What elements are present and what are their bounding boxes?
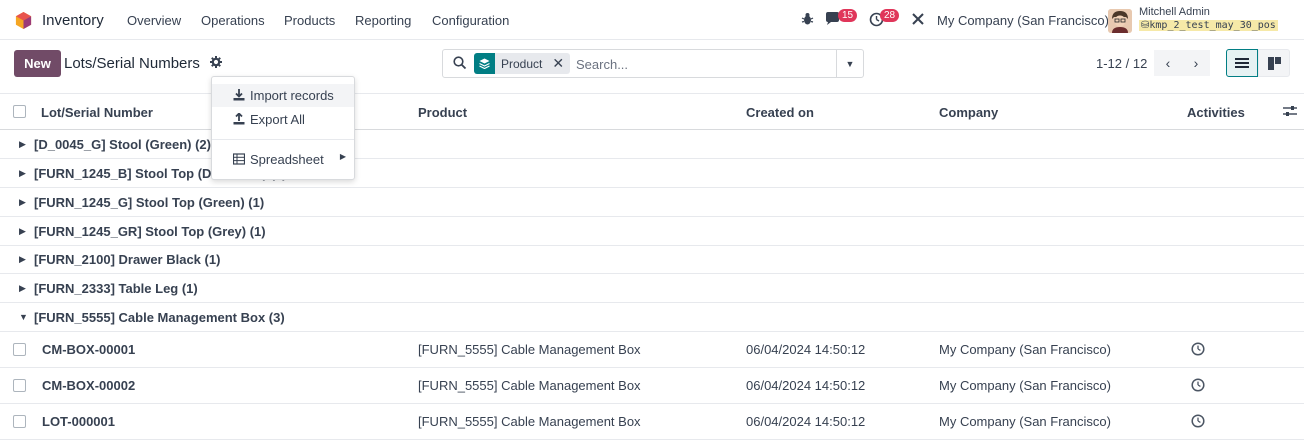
table-header: Lot/Serial Number Product Created on Com… <box>0 93 1304 130</box>
export-all-item[interactable]: Export All <box>212 108 354 131</box>
group-label: [D_0045_G] Stool (Green) (2) <box>34 137 211 152</box>
import-records-label: Import records <box>250 88 334 103</box>
activity-clock-icon[interactable] <box>1191 378 1205 392</box>
group-row[interactable]: ▶ [FURN_2333] Table Leg (1) <box>0 274 1304 303</box>
chevron-down-icon: ▼ <box>845 58 855 69</box>
database-label: kmp_2_test_may_30_pos <box>1149 20 1276 31</box>
facet-label: Product <box>501 56 543 71</box>
caret-right-icon: ▶ <box>19 254 26 264</box>
column-lot-serial-number[interactable]: Lot/Serial Number <box>41 105 153 120</box>
activity-clock-icon[interactable] <box>1191 414 1205 428</box>
tools-icon[interactable] <box>911 12 925 26</box>
caret-right-icon: ▶ <box>19 283 26 293</box>
chevron-right-icon: › <box>1193 55 1199 71</box>
group-label: [FURN_2100] Drawer Black (1) <box>34 252 221 267</box>
actions-dropdown: Import records Export All Spreadsheet ▶ <box>211 76 355 180</box>
caret-right-icon: ▶ <box>19 197 26 207</box>
chevron-left-icon: ‹ <box>1165 55 1171 71</box>
created-cell: 06/04/2024 14:50:12 <box>746 414 866 429</box>
lot-cell: CM-BOX-00002 <box>42 378 136 393</box>
group-label: [FURN_1245_G] Stool Top (Green) (1) <box>34 195 265 210</box>
product-cell: [FURN_5555] Cable Management Box <box>418 342 641 357</box>
company-cell: My Company (San Francisco) <box>939 378 1111 393</box>
activity-clock-icon[interactable] <box>1191 342 1205 356</box>
caret-down-icon: ▼ <box>19 312 28 322</box>
kanban-view-button[interactable] <box>1258 49 1290 77</box>
menu-operations[interactable]: Operations <box>201 13 265 28</box>
group-row[interactable]: ▶ [FURN_2100] Drawer Black (1) <box>0 245 1304 274</box>
search-facet: Product ✕ <box>495 53 571 74</box>
table-row[interactable]: LOT-000001 [FURN_5555] Cable Management … <box>0 404 1304 440</box>
database-name: ⛁kmp_2_test_may_30_pos <box>1139 20 1278 31</box>
column-product[interactable]: Product <box>418 105 467 120</box>
company-cell: My Company (San Francisco) <box>939 342 1111 357</box>
spreadsheet-item[interactable]: Spreadsheet ▶ <box>212 148 354 171</box>
bug-icon[interactable] <box>801 12 814 26</box>
messages-badge: 15 <box>838 9 858 22</box>
table-row[interactable]: CM-BOX-00002 [FURN_5555] Cable Managemen… <box>0 368 1304 404</box>
row-checkbox[interactable] <box>13 343 26 356</box>
column-company[interactable]: Company <box>939 105 998 120</box>
page-title: Lots/Serial Numbers <box>64 55 200 72</box>
chevron-right-icon: ▶ <box>339 152 346 161</box>
app-name[interactable]: Inventory <box>42 12 104 29</box>
spreadsheet-icon <box>233 153 245 165</box>
lot-cell: CM-BOX-00001 <box>42 342 136 357</box>
inventory-app-icon[interactable] <box>14 11 33 30</box>
gear-icon[interactable] <box>210 56 222 68</box>
pager-next-button[interactable]: › <box>1182 50 1210 76</box>
product-cell: [FURN_5555] Cable Management Box <box>418 414 641 429</box>
caret-right-icon: ▶ <box>19 226 26 236</box>
company-cell: My Company (San Francisco) <box>939 414 1111 429</box>
menu-overview[interactable]: Overview <box>127 13 181 28</box>
group-row[interactable]: ▶ [FURN_1245_G] Stool Top (Green) (1) <box>0 188 1304 217</box>
group-row[interactable]: ▶ [FURN_1245_B] Stool Top (Dark Blue) (1… <box>0 159 1304 188</box>
menu-configuration[interactable]: Configuration <box>432 13 509 28</box>
export-all-label: Export All <box>250 112 305 127</box>
dropdown-divider <box>212 139 354 140</box>
list-view-button[interactable] <box>1226 49 1258 77</box>
group-label: [FURN_1245_GR] Stool Top (Grey) (1) <box>34 224 266 239</box>
search-options-toggle[interactable]: ▼ <box>836 50 863 77</box>
group-label: [FURN_2333] Table Leg (1) <box>34 281 198 296</box>
upload-icon <box>233 113 245 125</box>
row-checkbox[interactable] <box>13 379 26 392</box>
optional-columns-icon[interactable] <box>1283 105 1297 118</box>
caret-right-icon: ▶ <box>19 139 26 149</box>
row-checkbox[interactable] <box>13 415 26 428</box>
close-icon[interactable]: ✕ <box>552 55 564 72</box>
product-cell: [FURN_5555] Cable Management Box <box>418 378 641 393</box>
import-records-item[interactable]: Import records <box>212 84 354 107</box>
company-switcher[interactable]: My Company (San Francisco) <box>937 13 1109 28</box>
select-all-checkbox[interactable] <box>13 105 26 118</box>
spreadsheet-label: Spreadsheet <box>250 152 324 167</box>
column-created-on[interactable]: Created on <box>746 105 814 120</box>
pager-value[interactable]: 1-12 / 12 <box>1096 56 1147 71</box>
layers-icon <box>474 53 495 74</box>
list-icon <box>1235 58 1249 68</box>
search-icon[interactable] <box>453 56 467 70</box>
pager-previous-button[interactable]: ‹ <box>1154 50 1182 76</box>
caret-right-icon: ▶ <box>19 168 26 178</box>
kanban-icon <box>1267 56 1281 70</box>
top-navbar: Inventory Overview Operations Products R… <box>0 0 1304 40</box>
user-avatar[interactable] <box>1108 9 1132 33</box>
search-input[interactable] <box>576 54 836 74</box>
created-cell: 06/04/2024 14:50:12 <box>746 378 866 393</box>
lot-cell: LOT-000001 <box>42 414 115 429</box>
menu-reporting[interactable]: Reporting <box>355 13 411 28</box>
table-row[interactable]: CM-BOX-00001 [FURN_5555] Cable Managemen… <box>0 332 1304 368</box>
group-row[interactable]: ▶ [D_0045_G] Stool (Green) (2) <box>0 130 1304 159</box>
menu-products[interactable]: Products <box>284 13 335 28</box>
group-row[interactable]: ▶ [FURN_1245_GR] Stool Top (Grey) (1) <box>0 217 1304 246</box>
column-activities[interactable]: Activities <box>1187 105 1245 120</box>
new-button[interactable]: New <box>14 50 61 77</box>
search-bar: Product ✕ ▼ <box>442 49 864 78</box>
group-label: [FURN_5555] Cable Management Box (3) <box>34 310 285 325</box>
user-name[interactable]: Mitchell Admin <box>1139 6 1210 18</box>
download-icon <box>233 89 245 101</box>
group-row[interactable]: ▼ [FURN_5555] Cable Management Box (3) <box>0 303 1304 332</box>
activities-badge: 28 <box>880 9 900 22</box>
created-cell: 06/04/2024 14:50:12 <box>746 342 866 357</box>
